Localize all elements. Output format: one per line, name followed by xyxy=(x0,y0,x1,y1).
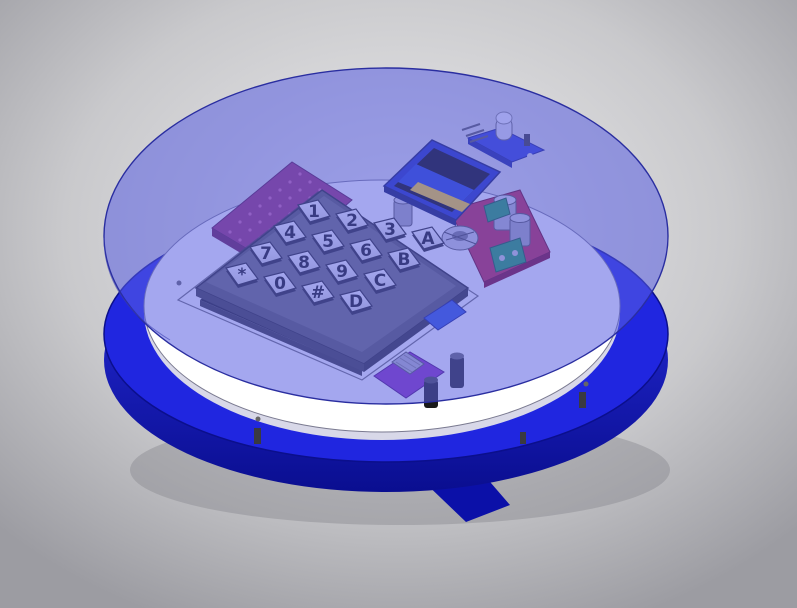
cad-render-scene: 123A456B789C*0#D xyxy=(0,0,797,608)
glass-lid xyxy=(103,67,669,405)
